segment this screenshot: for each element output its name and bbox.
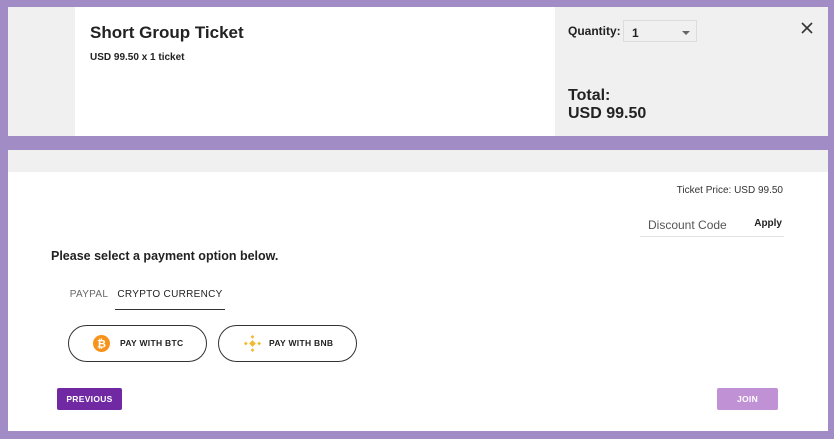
total-value: USD 99.50: [568, 105, 647, 122]
close-icon: [801, 22, 813, 34]
tab-crypto-currency[interactable]: CRYPTO CURRENCY: [115, 283, 225, 310]
apply-discount-button[interactable]: Apply: [754, 218, 782, 229]
ticket-subtitle: USD 99.50 x 1 ticket: [90, 52, 185, 63]
payment-prompt: Please select a payment option below.: [51, 249, 279, 263]
pay-with-btc-button[interactable]: ₿ PAY WITH BTC: [68, 325, 207, 362]
ticket-summary-card: Short Group Ticket USD 99.50 x 1 ticket …: [8, 7, 828, 136]
tab-paypal[interactable]: PAYPAL: [60, 283, 118, 310]
pay-with-bnb-button[interactable]: PAY WITH BNB: [218, 325, 357, 362]
ticket-order-panel: Quantity: 1 Total: USD 99.50: [555, 7, 828, 136]
total-label: Total:: [568, 87, 611, 104]
binance-icon: [243, 334, 262, 353]
close-button[interactable]: [798, 19, 816, 37]
bitcoin-icon: ₿: [93, 335, 110, 352]
discount-code-input[interactable]: [640, 214, 740, 236]
ticket-info: Short Group Ticket USD 99.50 x 1 ticket: [75, 7, 555, 136]
ticket-price: Ticket Price: USD 99.50: [676, 185, 783, 196]
ticket-title: Short Group Ticket: [90, 23, 244, 42]
caret-down-icon: [682, 31, 690, 35]
quantity-label: Quantity:: [568, 24, 621, 38]
payment-card-header: [8, 150, 828, 172]
svg-text:₿: ₿: [97, 337, 106, 350]
quantity-select[interactable]: 1: [623, 20, 697, 42]
pay-with-bnb-label: PAY WITH BNB: [269, 338, 334, 348]
pay-with-btc-label: PAY WITH BTC: [120, 338, 184, 348]
payment-card: Ticket Price: USD 99.50 Apply Please sel…: [8, 150, 828, 431]
join-button[interactable]: JOIN: [717, 388, 778, 410]
previous-button[interactable]: PREVIOUS: [57, 388, 122, 410]
discount-code-field: Apply: [640, 214, 784, 237]
quantity-value: 1: [632, 26, 639, 40]
